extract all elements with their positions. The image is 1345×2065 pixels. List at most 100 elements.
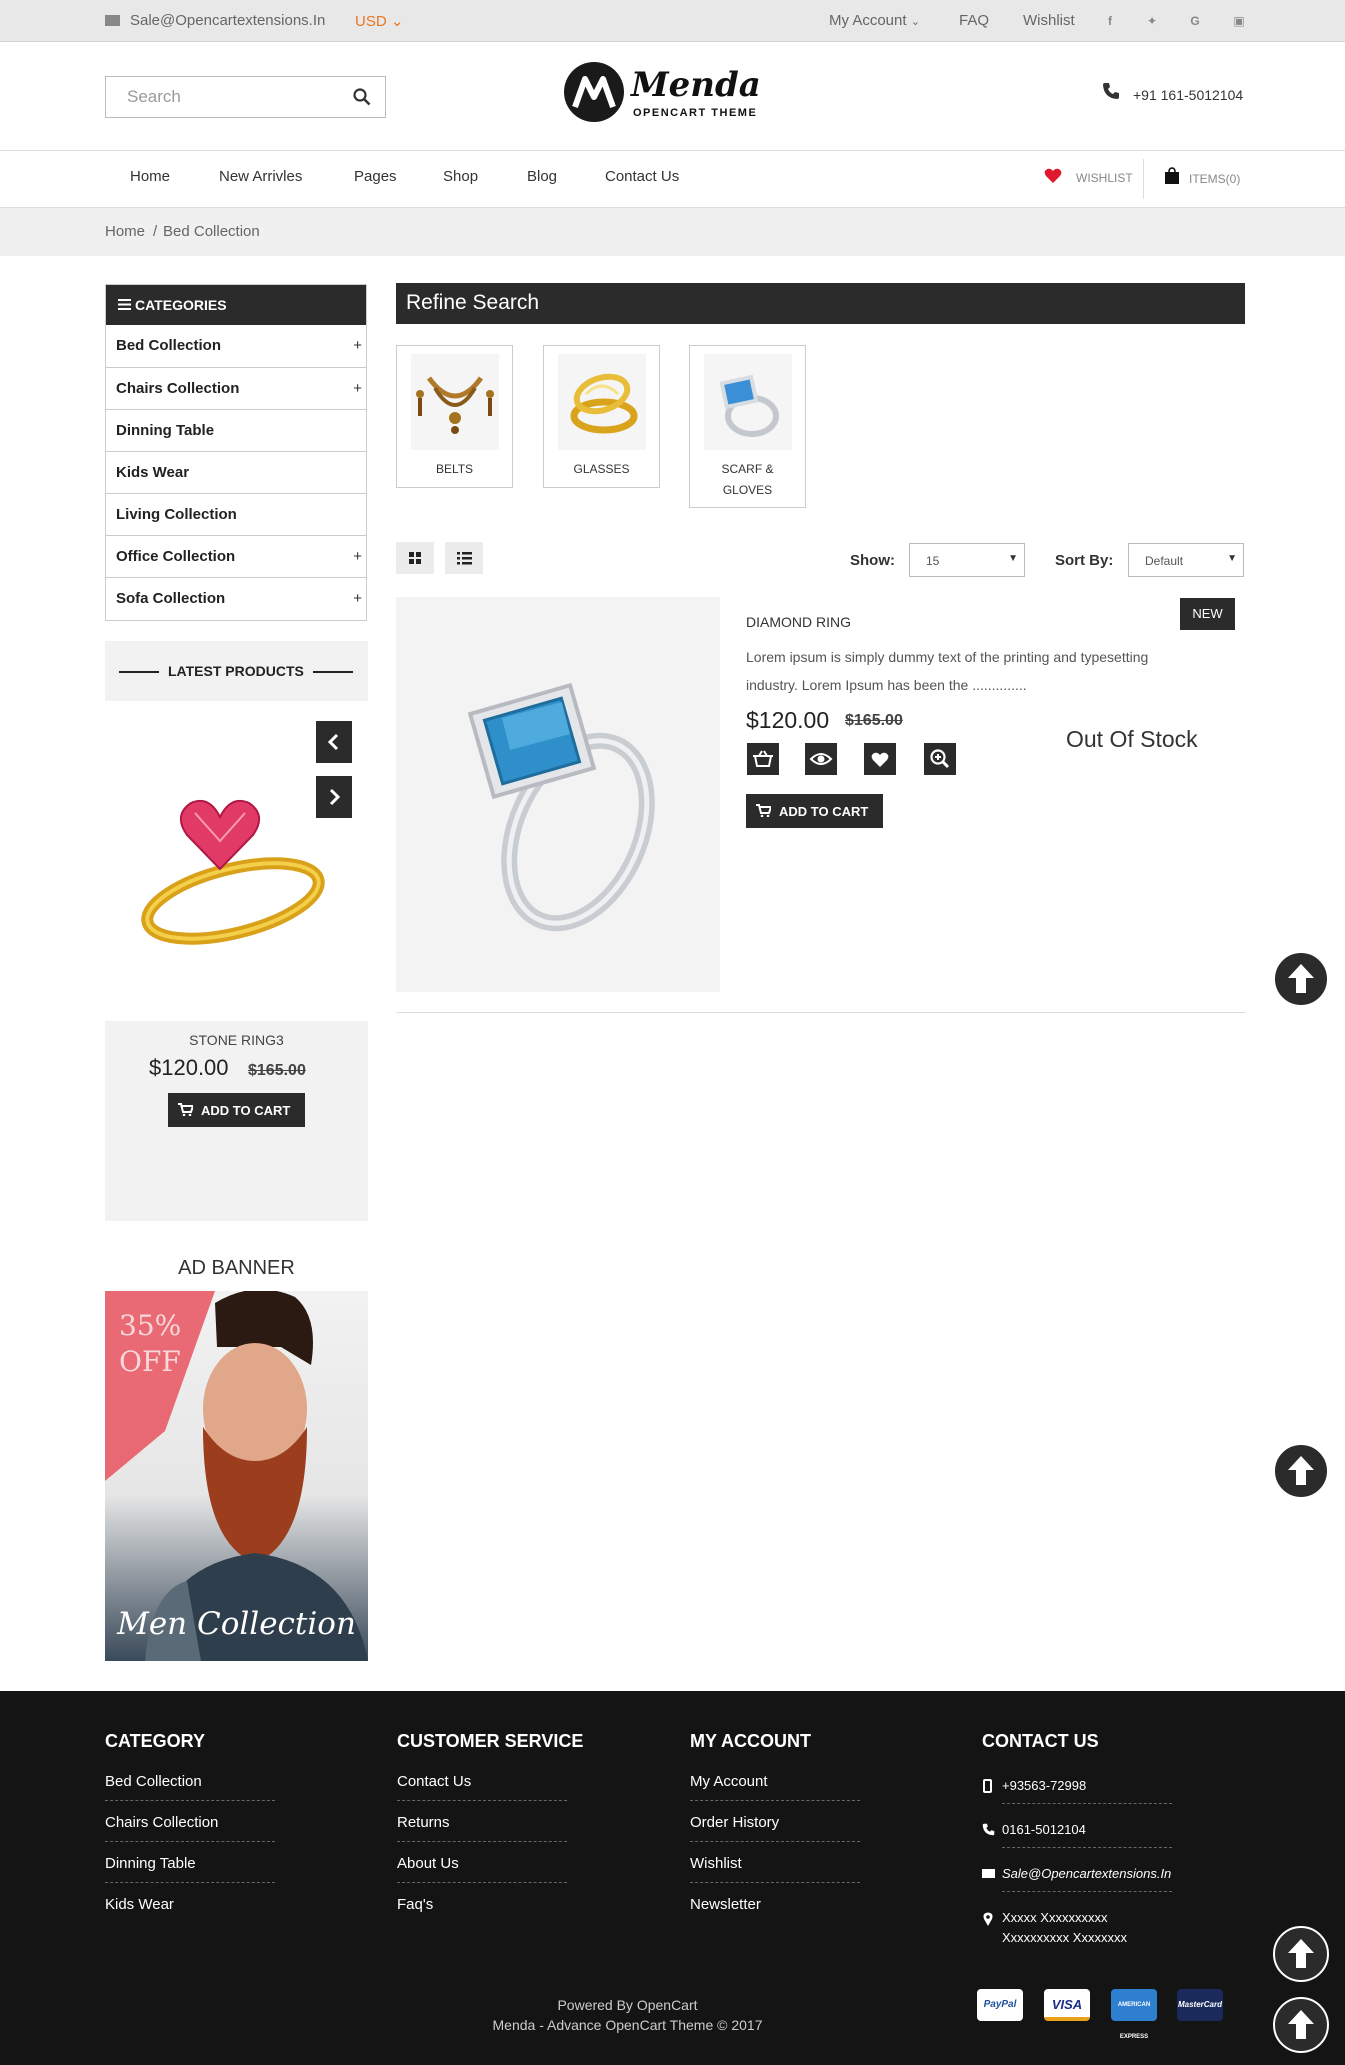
expand-icon[interactable]: + — [353, 337, 362, 354]
logo[interactable]: Menda OPENCART THEME — [563, 61, 763, 131]
title-rule-left — [119, 671, 159, 673]
footer-link[interactable]: Chairs Collection — [105, 1814, 275, 1842]
scroll-top-button[interactable] — [1273, 1926, 1329, 1982]
subcategory-label: SCARF & — [721, 462, 774, 476]
footer-link[interactable]: Contact Us — [397, 1773, 567, 1801]
product-image[interactable] — [396, 597, 720, 992]
subcategory-label: GLOVES — [722, 483, 773, 497]
footer-contact-title: CONTACT US — [982, 1731, 1099, 1751]
currency-selector[interactable]: USD ⌄ — [355, 12, 403, 30]
top-email[interactable]: Sale@Opencartextensions.In — [130, 12, 325, 29]
category-item[interactable]: Office Collection + — [106, 535, 366, 577]
eye-icon — [809, 753, 833, 765]
footer-link[interactable]: Order History — [690, 1814, 860, 1842]
search-box — [105, 76, 386, 118]
footer-link[interactable]: My Account — [690, 1773, 860, 1801]
ad-banner[interactable]: 35% OFF Men Collection — [105, 1291, 368, 1661]
latest-product-name[interactable]: STONE RING3 — [105, 1032, 368, 1048]
subcategory-label: BELTS — [435, 462, 474, 476]
scroll-top-button[interactable] — [1273, 1443, 1329, 1499]
footer-link[interactable]: Newsletter — [690, 1896, 761, 1913]
facebook-icon[interactable]: f — [1101, 12, 1119, 30]
footer-link[interactable]: Wishlist — [690, 1855, 860, 1883]
breadcrumb: Home / Bed Collection — [0, 208, 1345, 256]
add-to-cart-label: ADD TO CART — [779, 804, 869, 819]
footer-link[interactable]: Dinning Table — [105, 1855, 275, 1883]
add-to-cart-icon-button[interactable] — [747, 743, 779, 775]
search-icon[interactable] — [353, 88, 371, 106]
footer-link[interactable]: Kids Wear — [105, 1896, 174, 1913]
expand-icon[interactable]: + — [353, 590, 362, 607]
expand-icon[interactable]: + — [353, 380, 362, 397]
nav-shop[interactable]: Shop — [443, 168, 478, 185]
latest-add-to-cart-button[interactable]: ADD TO CART — [168, 1093, 305, 1127]
scroll-top-button[interactable] — [1273, 1997, 1329, 2053]
footer-link[interactable]: Faq's — [397, 1896, 433, 1913]
nav-blog[interactable]: Blog — [527, 168, 557, 185]
nav-wishlist[interactable]: WISHLIST — [1076, 171, 1133, 185]
carousel-prev-button[interactable] — [316, 721, 352, 763]
category-item[interactable]: Living Collection — [106, 493, 366, 535]
list-view-button[interactable] — [445, 542, 483, 574]
category-label: Kids Wear — [116, 464, 190, 481]
show-label: Show: — [850, 552, 895, 569]
faq-link[interactable]: FAQ — [959, 12, 989, 29]
instagram-icon[interactable]: ▣ — [1230, 12, 1248, 30]
twitter-icon[interactable]: ✦ — [1143, 12, 1161, 30]
scroll-top-button[interactable] — [1273, 951, 1329, 1007]
heart-icon — [871, 752, 889, 767]
product-add-to-cart-button[interactable]: ADD TO CART — [746, 794, 883, 828]
arrow-up-icon — [1288, 2010, 1314, 2039]
category-label: Chairs Collection — [116, 380, 240, 397]
zoom-button[interactable] — [924, 743, 956, 775]
footer-link[interactable]: About Us — [397, 1855, 567, 1883]
zoom-in-icon — [930, 749, 950, 769]
stock-status: Out Of Stock — [1066, 726, 1198, 752]
footer: CATEGORY Bed Collection Chairs Collectio… — [0, 1691, 1345, 2065]
contact-email[interactable]: Sale@Opencartextensions.In — [1002, 1866, 1172, 1892]
category-item[interactable]: Sofa Collection + — [106, 577, 366, 619]
heart-icon[interactable] — [1044, 168, 1062, 184]
sort-value: Default — [1145, 554, 1184, 568]
expand-icon[interactable]: + — [353, 548, 362, 565]
banner-discount-line1: 35% — [119, 1309, 182, 1342]
header-phone: +91 161-5012104 — [1133, 87, 1244, 103]
category-label: Living Collection — [116, 506, 237, 523]
cart-icon[interactable] — [1164, 167, 1180, 185]
refine-title: Refine Search — [406, 291, 540, 314]
wishlist-link[interactable]: Wishlist — [1023, 12, 1075, 29]
show-select[interactable]: 15 ▼ — [909, 543, 1025, 577]
search-input[interactable] — [106, 77, 326, 117]
breadcrumb-home[interactable]: Home — [105, 223, 145, 240]
latest-products: LATEST PRODUCTS STONE RING3 $120.00 $165… — [105, 641, 368, 1221]
nav-cart[interactable]: ITEMS(0) — [1189, 172, 1240, 186]
footer-link[interactable]: Returns — [397, 1814, 567, 1842]
category-item[interactable]: Chairs Collection + — [106, 367, 366, 409]
grid-view-button[interactable] — [396, 542, 434, 574]
categories-header: CATEGORIES — [106, 285, 366, 325]
contact-phone: 0161-5012104 — [1002, 1822, 1172, 1848]
subcategory-glasses[interactable]: GLASSES — [543, 345, 660, 488]
footer-link[interactable]: Bed Collection — [105, 1773, 275, 1801]
my-account-link[interactable]: My Account ⌄ — [829, 12, 920, 29]
category-label: Bed Collection — [116, 337, 222, 354]
basket-icon — [753, 750, 773, 767]
chevron-left-icon — [327, 733, 339, 751]
heart-ring-image[interactable] — [135, 791, 335, 951]
category-item[interactable]: Dinning Table — [106, 409, 366, 451]
product-name[interactable]: DIAMOND RING — [746, 614, 851, 630]
google-icon[interactable]: G — [1186, 12, 1204, 30]
subcategory-belts[interactable]: BELTS — [396, 345, 513, 488]
category-item[interactable]: Kids Wear — [106, 451, 366, 493]
footer-category-title: CATEGORY — [105, 1731, 206, 1751]
subcategory-scarf-gloves[interactable]: SCARF & GLOVES — [689, 345, 806, 508]
nav-home[interactable]: Home — [130, 168, 170, 185]
category-item[interactable]: Bed Collection + — [106, 325, 366, 367]
nav-pages[interactable]: Pages — [354, 168, 397, 185]
sort-select[interactable]: Default ▼ — [1128, 543, 1244, 577]
add-to-wishlist-button[interactable] — [864, 743, 896, 775]
quick-view-button[interactable] — [805, 743, 837, 775]
chevron-down-icon: ⌄ — [390, 13, 404, 30]
nav-new-arrivals[interactable]: New Arrivles — [219, 168, 302, 185]
nav-contact-us[interactable]: Contact Us — [605, 168, 679, 185]
